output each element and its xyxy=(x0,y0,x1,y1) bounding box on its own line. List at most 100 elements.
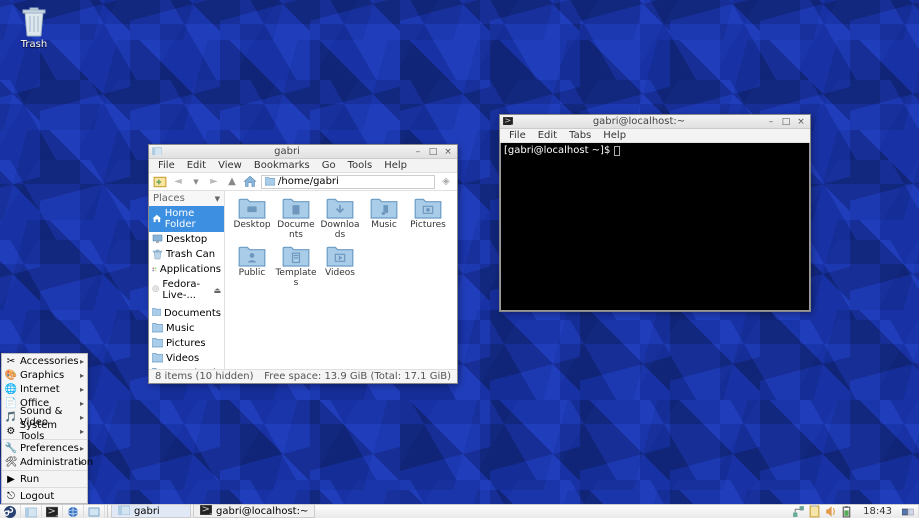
show-desktop-button[interactable] xyxy=(84,505,105,518)
sidebar-pictures[interactable]: Pictures xyxy=(149,336,224,351)
fm-menu-bookmarks[interactable]: Bookmarks xyxy=(249,159,315,172)
clipboard-icon[interactable] xyxy=(808,505,821,518)
chevron-right-icon: ▸ xyxy=(80,427,84,436)
forward-button[interactable]: ► xyxy=(207,175,221,189)
home-button[interactable] xyxy=(243,175,257,189)
launcher-terminal[interactable] xyxy=(42,505,63,518)
term-menu-edit[interactable]: Edit xyxy=(533,129,562,142)
sidebar-trash[interactable]: Trash Can xyxy=(149,247,224,262)
launcher-browser[interactable] xyxy=(63,505,84,518)
folder-documents[interactable]: Documents xyxy=(275,197,317,241)
chevron-right-icon: ▸ xyxy=(80,371,84,380)
system-tray xyxy=(788,505,857,518)
folder-downloads[interactable]: Downloads xyxy=(319,197,361,241)
menu-separator xyxy=(2,487,87,488)
taskbar-gabri[interactable]: gabri xyxy=(111,505,191,518)
folder-music[interactable]: Music xyxy=(363,197,405,241)
media-icon: 🎵 xyxy=(6,412,16,422)
folder-public[interactable]: Public xyxy=(231,245,273,289)
chevron-right-icon: ▸ xyxy=(80,458,84,467)
path-bar xyxy=(261,175,435,189)
fm-menu-edit[interactable]: Edit xyxy=(182,159,211,172)
desktop-trash-icon[interactable]: Trash xyxy=(14,5,54,50)
menu-accessories[interactable]: ✂Accessories▸ xyxy=(2,354,87,368)
fm-menubar: File Edit View Bookmarks Go Tools Help xyxy=(149,159,457,173)
sidebar-applications[interactable]: Applications xyxy=(149,262,224,277)
fm-menu-view[interactable]: View xyxy=(213,159,247,172)
menu-internet[interactable]: 🌐Internet▸ xyxy=(2,382,87,396)
path-input[interactable] xyxy=(278,176,431,187)
start-menu: ✂Accessories▸ 🎨Graphics▸ 🌐Internet▸ 📄Off… xyxy=(1,353,88,504)
trash-label: Trash xyxy=(14,39,54,50)
up-button[interactable]: ▲ xyxy=(225,175,239,189)
bookmark-toggle-icon[interactable]: ◈ xyxy=(439,175,453,189)
volume-icon[interactable] xyxy=(824,505,837,518)
logout-icon: ⎋ xyxy=(6,491,16,501)
palette-icon: 🎨 xyxy=(6,370,16,380)
fm-menu-file[interactable]: File xyxy=(153,159,180,172)
term-titlebar[interactable]: gabri@localhost:~ – □ × xyxy=(500,115,810,129)
sidebar-fedora-live[interactable]: Fedora-Live-...⏏ xyxy=(149,277,224,303)
terminal-prompt: [gabri@localhost ~]$ xyxy=(504,145,614,156)
workspace-switcher[interactable] xyxy=(898,505,919,518)
sidebar-music[interactable]: Music xyxy=(149,321,224,336)
dropdown-history-icon[interactable]: ▼ xyxy=(189,175,203,189)
admin-icon: 🛠 xyxy=(6,457,16,467)
fm-menu-help[interactable]: Help xyxy=(379,159,412,172)
sidebar-videos[interactable]: Videos xyxy=(149,351,224,366)
menu-logout[interactable]: ⎋Logout xyxy=(2,489,87,503)
eject-icon[interactable]: ⏏ xyxy=(213,286,221,295)
term-menubar: File Edit Tabs Help xyxy=(500,129,810,143)
fm-menu-tools[interactable]: Tools xyxy=(343,159,378,172)
term-title-icon xyxy=(503,117,513,127)
chevron-right-icon: ▸ xyxy=(80,444,84,453)
fm-status-right: Free space: 13.9 GiB (Total: 17.1 GiB) xyxy=(264,371,451,382)
folder-desktop[interactable]: Desktop xyxy=(231,197,273,241)
terminal-window: gabri@localhost:~ – □ × File Edit Tabs H… xyxy=(499,114,811,312)
fm-menu-go[interactable]: Go xyxy=(317,159,341,172)
close-button[interactable]: × xyxy=(795,117,807,127)
folder-icon xyxy=(265,177,275,187)
fm-title-icon xyxy=(152,147,162,157)
launcher-file-manager[interactable] xyxy=(21,505,42,518)
fm-titlebar[interactable]: gabri – □ × xyxy=(149,145,457,159)
term-menu-tabs[interactable]: Tabs xyxy=(564,129,596,142)
chevron-down-icon[interactable]: ▼ xyxy=(215,195,220,203)
network-icon[interactable] xyxy=(792,505,805,518)
term-menu-help[interactable]: Help xyxy=(598,129,631,142)
maximize-button[interactable]: □ xyxy=(780,117,792,127)
terminal-content[interactable]: [gabri@localhost ~]$ xyxy=(500,143,810,311)
sidebar-places-header: Places▼ xyxy=(149,191,224,206)
menu-administration[interactable]: 🛠Administration▸ xyxy=(2,455,87,469)
panel-separator xyxy=(107,505,108,518)
menu-run[interactable]: ▶Run xyxy=(2,472,87,486)
minimize-button[interactable]: – xyxy=(412,147,424,157)
maximize-button[interactable]: □ xyxy=(427,147,439,157)
folder-videos[interactable]: Videos xyxy=(319,245,361,289)
sidebar-home-folder[interactable]: Home Folder xyxy=(149,206,224,232)
back-button[interactable]: ◄ xyxy=(171,175,185,189)
folder-pictures[interactable]: Pictures xyxy=(407,197,449,241)
close-button[interactable]: × xyxy=(442,147,454,157)
term-title-text: gabri@localhost:~ xyxy=(516,116,762,127)
bottom-panel: gabri gabri@localhost:~ 18:43 xyxy=(0,504,919,518)
term-menu-file[interactable]: File xyxy=(504,129,531,142)
sidebar-desktop[interactable]: Desktop xyxy=(149,232,224,247)
menu-preferences[interactable]: 🔧Preferences▸ xyxy=(2,441,87,455)
new-tab-icon[interactable] xyxy=(153,175,167,189)
pref-icon: 🔧 xyxy=(6,443,16,453)
fm-title-text: gabri xyxy=(165,146,409,157)
panel-clock[interactable]: 18:43 xyxy=(857,505,898,518)
chevron-right-icon: ▸ xyxy=(80,385,84,394)
menu-system-tools[interactable]: ⚙System Tools▸ xyxy=(2,424,87,438)
start-button[interactable] xyxy=(0,505,21,518)
folder-templates[interactable]: Templates xyxy=(275,245,317,289)
file-manager-window: gabri – □ × File Edit View Bookmarks Go … xyxy=(148,144,458,384)
battery-icon[interactable] xyxy=(840,505,853,518)
menu-graphics[interactable]: 🎨Graphics▸ xyxy=(2,368,87,382)
fm-statusbar: 8 items (10 hidden) Free space: 13.9 GiB… xyxy=(149,369,457,383)
fm-file-grid[interactable]: Desktop Documents Downloads Music Pictur… xyxy=(225,191,457,369)
sidebar-documents[interactable]: Documents xyxy=(149,306,224,321)
minimize-button[interactable]: – xyxy=(765,117,777,127)
taskbar-terminal[interactable]: gabri@localhost:~ xyxy=(193,505,315,518)
